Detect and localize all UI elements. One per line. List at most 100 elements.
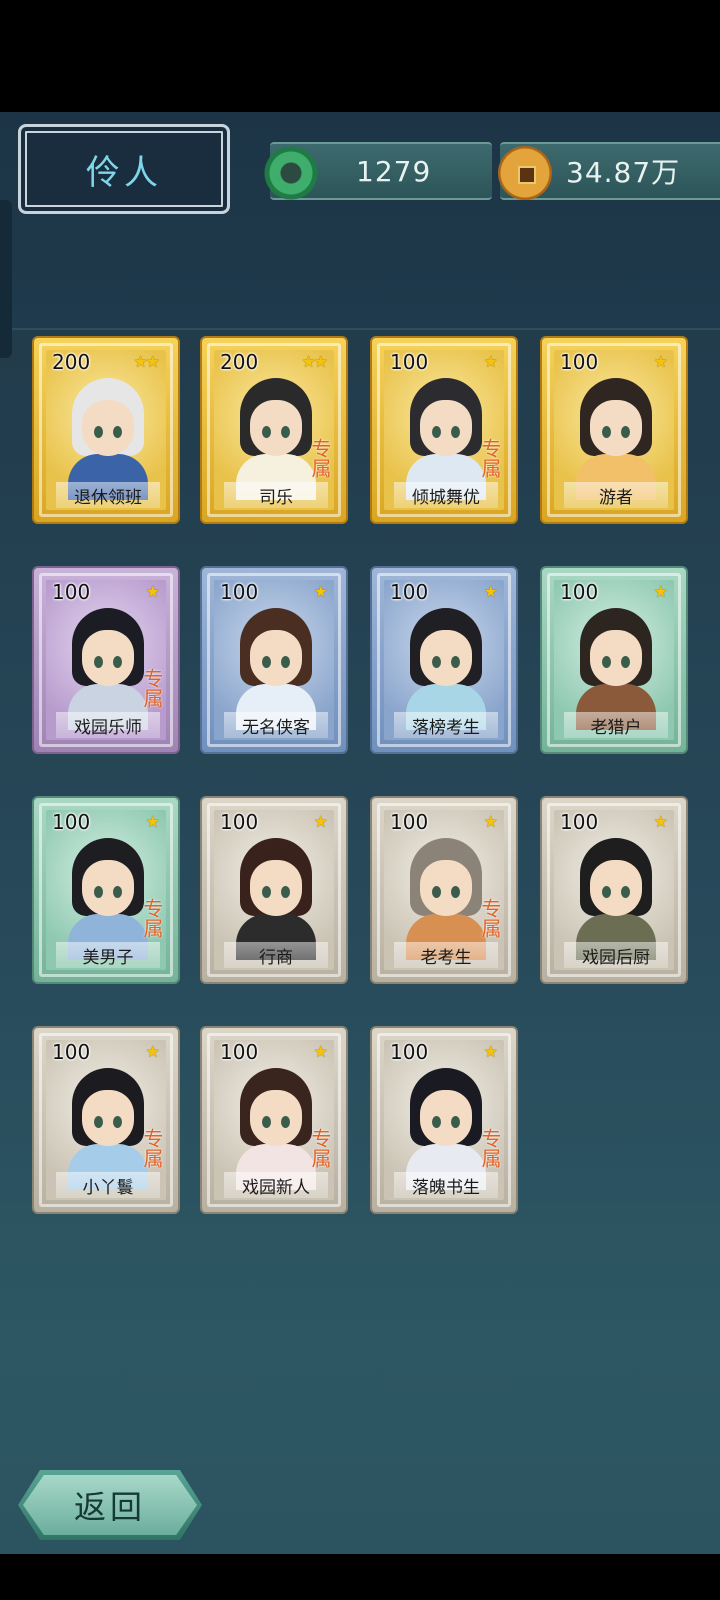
card-cost: 100 [52, 1040, 91, 1064]
character-card[interactable]: 100 ★ 专属 倾城舞优 [370, 336, 518, 524]
portrait-eye [281, 426, 290, 438]
card-name-ribbon: 司乐 [224, 482, 328, 508]
navigation-bar-area [0, 1554, 720, 1600]
star-rating: ★★ [301, 352, 328, 371]
coin-value: 34.87万 [566, 156, 681, 189]
portrait-face [250, 1090, 302, 1146]
exclusive-tag: 专属 [478, 438, 502, 478]
card-name-ribbon: 落榜考生 [394, 712, 498, 738]
portrait-eye [451, 656, 460, 668]
portrait-face [420, 400, 472, 456]
star-rating: ★ [653, 812, 668, 831]
portrait-face [590, 860, 642, 916]
page-title: 伶人 [86, 152, 162, 193]
card-name-ribbon: 游者 [564, 482, 668, 508]
card-name-ribbon: 倾城舞优 [394, 482, 498, 508]
exclusive-tag: 专属 [140, 898, 164, 938]
card-cost: 100 [390, 350, 429, 374]
back-button[interactable]: 返回 [18, 1470, 202, 1540]
character-card[interactable]: 100 ★ 专属 老考生 [370, 796, 518, 984]
card-name: 戏园新人 [242, 1177, 310, 1198]
card-name-ribbon: 退休领班 [56, 482, 160, 508]
card-cost: 100 [220, 1040, 259, 1064]
character-card[interactable]: 100 ★ 戏园后厨 [540, 796, 688, 984]
star-rating: ★ [313, 582, 328, 601]
card-cost: 100 [560, 580, 599, 604]
star-rating: ★ [653, 582, 668, 601]
portrait-eye [451, 426, 460, 438]
star-rating: ★ [145, 812, 160, 831]
portrait-eye [94, 1116, 103, 1128]
portrait-eye [94, 426, 103, 438]
exclusive-tag: 专属 [308, 438, 332, 478]
card-name: 落魄书生 [412, 1177, 480, 1198]
portrait-eye [113, 1116, 122, 1128]
card-name: 戏园后厨 [582, 947, 650, 968]
card-name-ribbon: 行商 [224, 942, 328, 968]
character-card[interactable]: 100 ★ 专属 戏园新人 [200, 1026, 348, 1214]
character-card[interactable]: 100 ★ 游者 [540, 336, 688, 524]
portrait-eye [262, 656, 271, 668]
star-rating: ★ [313, 1042, 328, 1061]
character-card[interactable]: 100 ★ 落榜考生 [370, 566, 518, 754]
star-rating: ★ [483, 352, 498, 371]
character-card[interactable]: 200 ★★ 专属 司乐 [200, 336, 348, 524]
portrait-eye [451, 886, 460, 898]
portrait-eye [281, 656, 290, 668]
portrait-face [82, 1090, 134, 1146]
side-tab[interactable] [0, 200, 12, 358]
card-name: 落榜考生 [412, 717, 480, 738]
star-rating: ★ [483, 812, 498, 831]
portrait-eye [432, 426, 441, 438]
character-card[interactable]: 100 ★ 行商 [200, 796, 348, 984]
portrait-eye [281, 886, 290, 898]
star-rating: ★ [483, 582, 498, 601]
card-name-ribbon: 落魄书生 [394, 1172, 498, 1198]
portrait-face [420, 860, 472, 916]
portrait-face [420, 1090, 472, 1146]
exclusive-tag: 专属 [478, 898, 502, 938]
portrait-face [250, 860, 302, 916]
portrait-eye [621, 426, 630, 438]
exclusive-tag: 专属 [308, 1128, 332, 1168]
card-name-ribbon: 小丫鬟 [56, 1172, 160, 1198]
portrait-face [82, 630, 134, 686]
card-cost: 100 [560, 810, 599, 834]
character-card[interactable]: 100 ★ 无名侠客 [200, 566, 348, 754]
exclusive-tag: 专属 [478, 1128, 502, 1168]
card-name-ribbon: 无名侠客 [224, 712, 328, 738]
card-cost: 100 [52, 810, 91, 834]
character-card[interactable]: 100 ★ 专属 落魄书生 [370, 1026, 518, 1214]
card-cost: 200 [52, 350, 91, 374]
card-name: 无名侠客 [242, 717, 310, 738]
exclusive-tag: 专属 [140, 1128, 164, 1168]
portrait-eye [113, 886, 122, 898]
portrait-face [82, 860, 134, 916]
card-name-ribbon: 老考生 [394, 942, 498, 968]
card-name: 小丫鬟 [82, 1177, 134, 1198]
card-name-ribbon: 老猎户 [564, 712, 668, 738]
character-card[interactable]: 100 ★ 专属 戏园乐师 [32, 566, 180, 754]
card-cost: 100 [390, 1040, 429, 1064]
card-name: 倾城舞优 [412, 487, 480, 508]
card-name: 行商 [259, 947, 293, 968]
star-rating: ★ [653, 352, 668, 371]
portrait-eye [621, 886, 630, 898]
page-title-plaque: 伶人 [18, 124, 230, 214]
character-card[interactable]: 100 ★ 老猎户 [540, 566, 688, 754]
card-cost: 100 [52, 580, 91, 604]
star-rating: ★ [483, 1042, 498, 1061]
status-bar-area [0, 0, 720, 112]
character-card[interactable]: 100 ★ 专属 小丫鬟 [32, 1026, 180, 1214]
card-cost: 100 [560, 350, 599, 374]
portrait-eye [451, 1116, 460, 1128]
star-rating: ★ [145, 582, 160, 601]
card-name-ribbon: 戏园后厨 [564, 942, 668, 968]
character-card[interactable]: 100 ★ 专属 美男子 [32, 796, 180, 984]
character-card[interactable]: 200 ★★ 退休领班 [32, 336, 180, 524]
card-cost: 100 [220, 580, 259, 604]
portrait-eye [262, 1116, 271, 1128]
portrait-eye [113, 656, 122, 668]
card-name: 司乐 [259, 487, 293, 508]
jade-icon [264, 146, 318, 200]
